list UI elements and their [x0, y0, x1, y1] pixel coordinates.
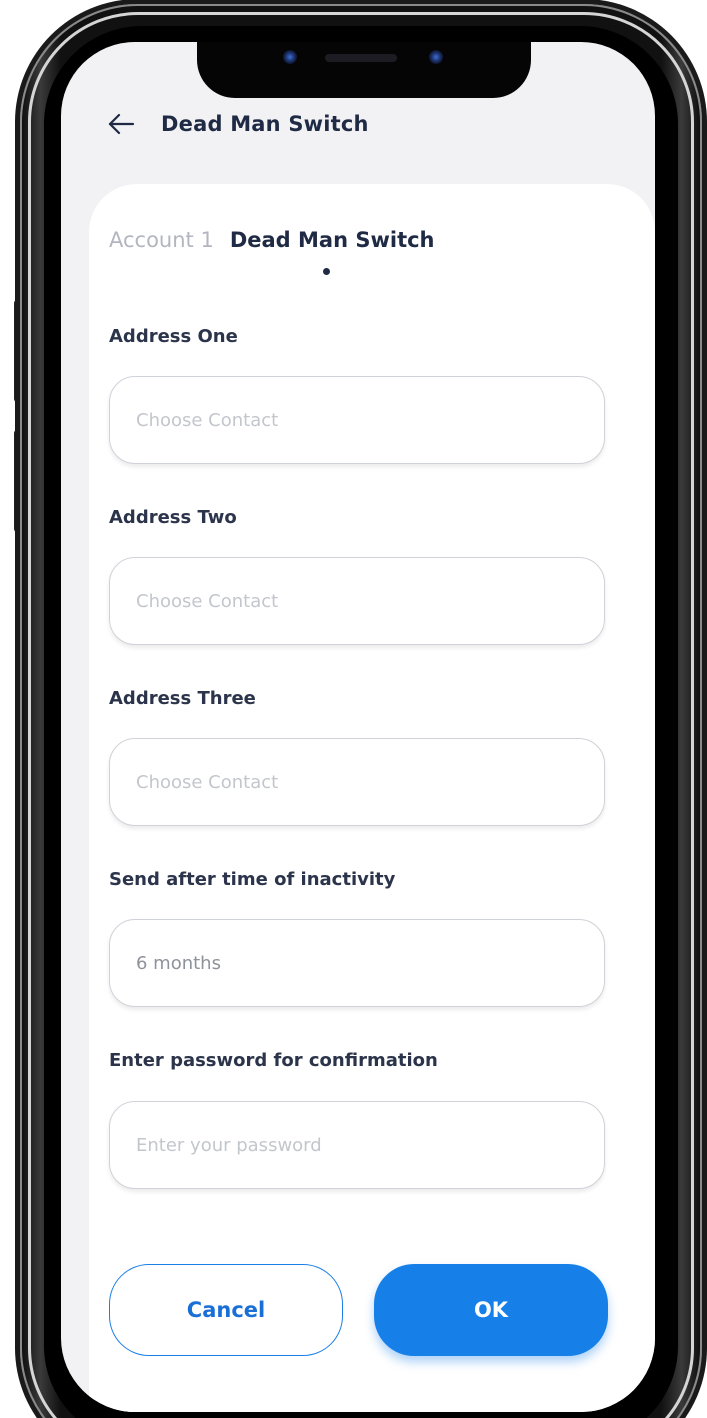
tab-account[interactable]: Account 1 [109, 228, 214, 252]
address-two-label: Address Two [109, 507, 237, 528]
cancel-button[interactable]: Cancel [109, 1264, 343, 1356]
speaker-grille [325, 54, 397, 62]
ok-button[interactable]: OK [374, 1264, 608, 1356]
camera-notch [197, 42, 531, 98]
password-label: Enter password for confirmation [109, 1050, 438, 1071]
password-field[interactable]: Enter your password [109, 1101, 605, 1189]
address-three-label: Address Three [109, 688, 256, 709]
app-header: Dead Man Switch [107, 102, 369, 146]
app-screen: Dead Man Switch Account 1 Dead Man Switc… [61, 42, 655, 1412]
inactivity-period-select[interactable]: 6 months [109, 919, 605, 1007]
device-mockup: Dead Man Switch Account 1 Dead Man Switc… [0, 0, 707, 1418]
arrow-left-icon[interactable] [107, 112, 135, 136]
address-two-field[interactable]: Choose Contact [109, 557, 605, 645]
breadcrumb-tabs: Account 1 Dead Man Switch [109, 228, 435, 252]
front-camera-icon [283, 50, 297, 64]
active-tab-indicator [323, 268, 330, 275]
address-one-field[interactable]: Choose Contact [109, 376, 605, 464]
page-title: Dead Man Switch [161, 112, 369, 136]
address-three-field[interactable]: Choose Contact [109, 738, 605, 826]
tab-dead-man-switch[interactable]: Dead Man Switch [230, 228, 435, 252]
sensor-icon [429, 50, 443, 64]
inactivity-period-label: Send after time of inactivity [109, 869, 396, 890]
address-one-label: Address One [109, 326, 238, 347]
form-card: Account 1 Dead Man Switch Address One Ch… [89, 184, 655, 1412]
